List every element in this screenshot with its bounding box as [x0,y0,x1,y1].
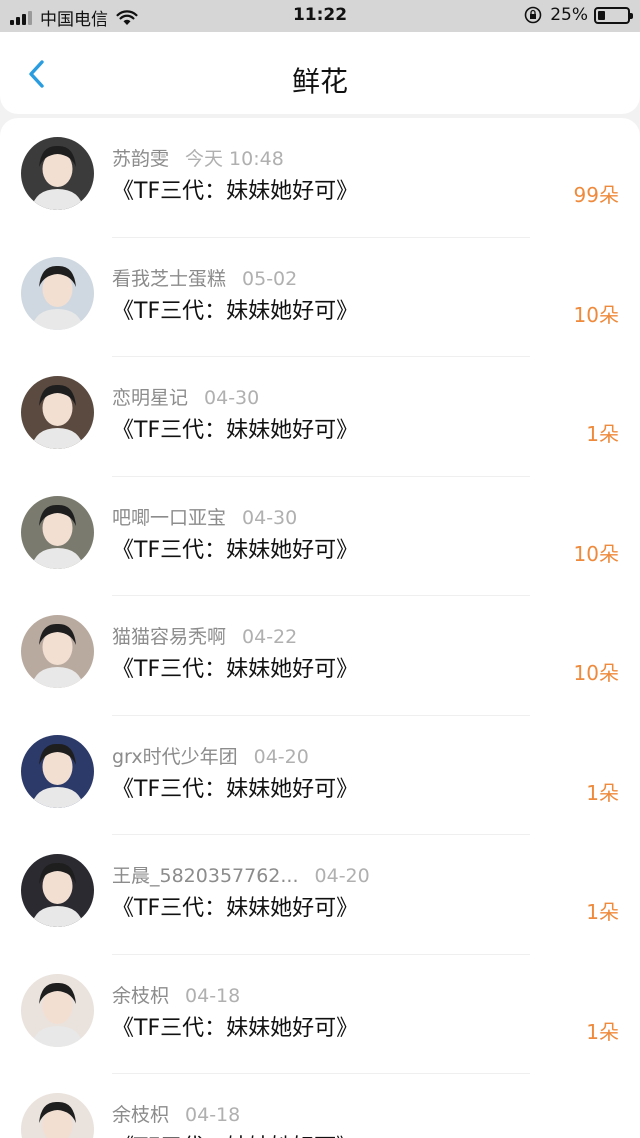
item-time: 04-18 [185,1104,241,1126]
battery-percent: 25% [550,5,588,25]
flower-count: 1朵 [586,1019,619,1044]
avatar-image [21,376,94,449]
nav-bar: 鲜花 [0,32,640,114]
book-title: 《TF三代：妹妹她好可》 [112,418,359,443]
list-item[interactable]: grx时代少年团 04-20 《TF三代：妹妹她好可》 1朵 [0,716,640,835]
avatar-image [21,734,94,808]
list-item[interactable]: 吧唧一口亚宝 04-30 《TF三代：妹妹她好可》 10朵 [0,477,640,596]
avatar-image [21,137,94,210]
book-title: 《TF三代：妹妹她好可》 [112,298,359,324]
avatar[interactable] [21,376,94,449]
list-item[interactable]: 恋明星记 04-30 《TF三代：妹妹她好可》 1朵 [0,357,640,477]
user-name[interactable]: grx时代少年团 [112,746,238,768]
flower-list: 苏韵雯 今天 10:48 《TF三代：妹妹她好可》 99朵看我芝士蛋糕 05-02 《TF… [0,118,640,1138]
flower-count: 1朵 [586,422,619,446]
battery-icon [594,6,633,24]
book-title: 《TF三代：妹妹她好可》 [112,1015,359,1041]
item-meta: 余枝枳 04-18 [112,1100,240,1127]
book-title: 《TF三代：妹妹她好可》 [112,776,359,802]
avatar-image [21,615,94,688]
avatar-image [21,1093,94,1138]
user-name[interactable]: 苏韵雯 [112,148,169,170]
flower-count: 1朵 [586,780,619,805]
item-time: 05-02 [242,267,298,290]
list-item[interactable]: 余枝枳04-18《TF三代：妹妹她好可》2朵 [0,1074,640,1138]
list-item[interactable]: 苏韵雯 今天 10:48 《TF三代：妹妹她好可》 99朵 [0,118,640,238]
item-meta: 恋明星记 04-30 [112,383,259,410]
list-item[interactable]: 看我芝士蛋糕 05-02 《TF三代：妹妹她好可》 10朵 [0,238,640,357]
item-time: 04-30 [242,506,298,529]
user-name[interactable]: 王晨_5820357762... [112,865,299,887]
flower-count: 10朵 [573,541,619,566]
avatar-image [21,495,94,569]
book-title: 《TF三代：妹妹她好可》 [112,896,359,921]
battery-fill [598,10,605,20]
book-title: 《TF三代：妹妹她好可》 [112,179,359,204]
avatar[interactable] [21,734,94,808]
item-time: 04-20 [253,745,309,768]
flower-count: 1朵 [586,900,619,924]
avatar[interactable] [21,1093,94,1138]
status-right: 25% [524,5,633,25]
item-time: 今天 10:48 [185,148,284,170]
item-meta: 吧唧一口亚宝 04-30 [112,503,297,530]
item-meta: 看我芝士蛋糕 05-02 [112,264,297,291]
list-item[interactable]: 余枝枳 04-18 《TF三代：妹妹她好可》 1朵 [0,955,640,1074]
item-time: 04-20 [314,865,370,887]
book-title: 《TF三代：妹妹她好可》 [112,657,359,682]
flower-count: 10朵 [573,661,619,685]
item-meta: 王晨_5820357762... 04-20 [112,861,370,888]
item-meta: 余枝枳 04-18 [112,981,240,1008]
avatar-image [21,256,94,330]
status-bar: 中国电信 11:22 25% [0,0,640,32]
page-title: 鲜花 [291,65,348,98]
user-name[interactable]: 看我芝士蛋糕 [112,268,226,290]
rotation-lock-icon [524,6,542,24]
item-time: 04-22 [242,626,298,648]
user-name[interactable]: 恋明星记 [112,387,188,409]
list-item[interactable]: 猫猫容易秃啊 04-22 《TF三代：妹妹她好可》 10朵 [0,596,640,716]
flower-count: 99朵 [573,183,619,207]
avatar[interactable] [21,137,94,210]
user-name[interactable]: 余枝枳 [112,985,169,1007]
avatar[interactable] [21,854,94,927]
avatar-image [21,973,94,1047]
item-meta: grx时代少年团 04-20 [112,742,309,769]
avatar[interactable] [21,973,94,1047]
item-time: 04-30 [204,387,260,409]
book-title: 《TF三代：妹妹她好可》 [112,1129,358,1138]
user-name[interactable]: 猫猫容易秃啊 [112,626,226,648]
list-item[interactable]: 王晨_5820357762... 04-20 《TF三代：妹妹她好可》 1朵 [0,835,640,955]
item-time: 04-18 [185,984,241,1007]
user-name[interactable]: 余枝枳 [112,1104,169,1126]
user-name[interactable]: 吧唧一口亚宝 [112,507,226,529]
flower-count: 10朵 [573,302,619,327]
item-meta: 猫猫容易秃啊 04-22 [112,622,297,649]
item-meta: 苏韵雯 今天 10:48 [112,144,284,171]
avatar[interactable] [21,256,94,330]
book-title: 《TF三代：妹妹她好可》 [112,537,359,563]
avatar[interactable] [21,495,94,569]
avatar[interactable] [21,615,94,688]
avatar-image [21,854,94,927]
